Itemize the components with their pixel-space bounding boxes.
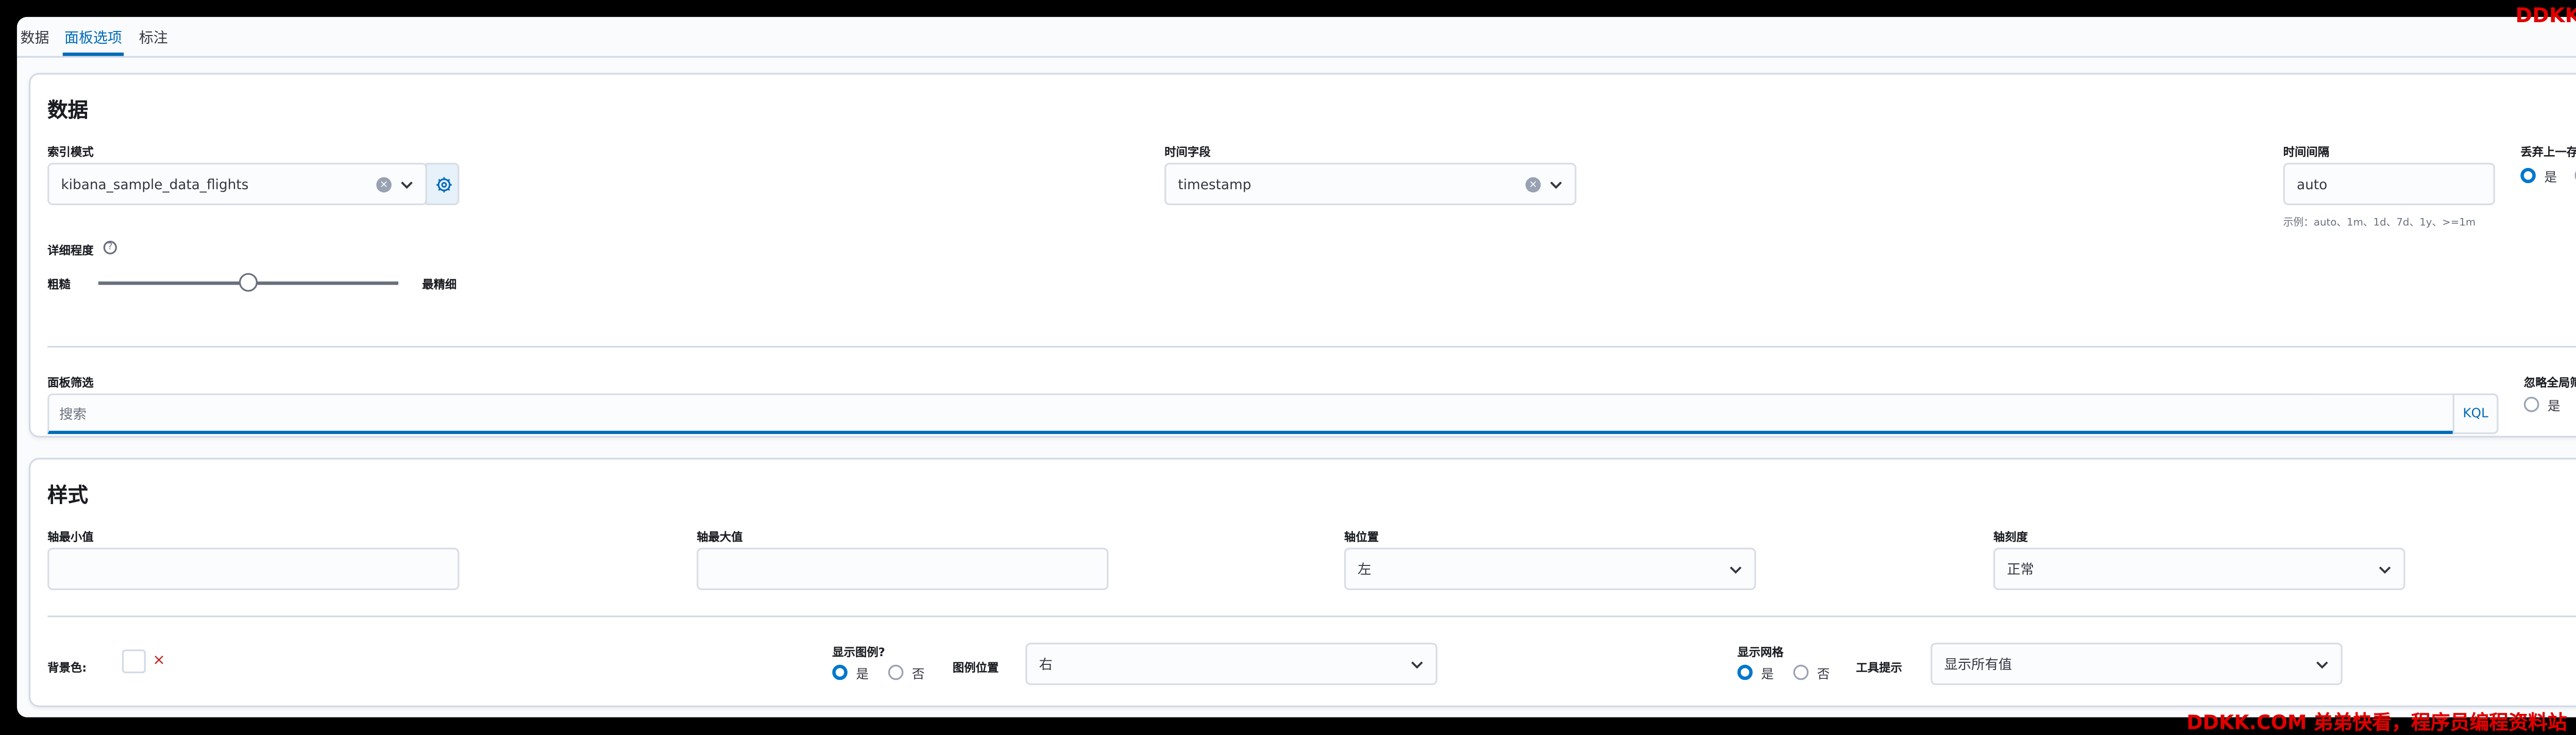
clear-color-icon[interactable]: × (152, 653, 165, 670)
watermark-top: DDKK.COM (2515, 3, 2576, 27)
detail-level-label: 详细程度 (47, 244, 94, 258)
interval-value: auto (2296, 176, 2328, 192)
style-section-title: 样式 (47, 483, 89, 507)
axis-scale-label: 轴刻度 (1993, 530, 2028, 545)
index-pattern-label: 索引模式 (47, 145, 94, 160)
watermark-bottom: DDKK.COM 弟弟快看，程序员编程资料站 (2187, 710, 2567, 734)
interval-help-text: 示例：auto、1m、1d、7d、1y、>=1m (2283, 217, 2476, 229)
axis-scale-select[interactable]: 正常 (1993, 547, 2405, 590)
data-section-title: 数据 (47, 98, 89, 122)
app-frame: 数据 面板选项 标注 数据 索引模式 kibana_sample_data_fl… (16, 16, 2576, 717)
show-legend-yes-radio[interactable] (832, 664, 848, 680)
tooltip-select[interactable]: 显示所有值 (1930, 642, 2343, 686)
tab-panel-options[interactable]: 面板选项 (64, 27, 122, 47)
ignore-global-filter-label: 忽略全局筛选? (2523, 376, 2576, 390)
tab-bar: 数据 面板选项 标注 (16, 16, 2576, 58)
tab-annotations[interactable]: 标注 (139, 27, 168, 47)
ignore-global-yes-label: 是 (2547, 398, 2561, 414)
interval-input[interactable]: auto (2283, 162, 2495, 206)
legend-position-select[interactable]: 右 (1025, 642, 1437, 686)
gear-icon (436, 177, 452, 193)
active-tab-indicator (62, 52, 124, 56)
show-legend-no-label: 否 (912, 666, 925, 682)
detail-min-label: 粗糙 (47, 278, 71, 292)
detail-slider-thumb[interactable] (239, 273, 258, 292)
kql-toggle-button[interactable]: KQL (2452, 393, 2499, 435)
ignore-global-yes-radio[interactable] (2523, 396, 2539, 412)
show-grid-yes-radio[interactable] (1737, 664, 1753, 680)
index-pattern-settings-button[interactable] (425, 162, 460, 206)
axis-max-label: 轴最大值 (697, 530, 743, 545)
legend-position-value: 右 (1039, 656, 1053, 672)
detail-max-label: 最精细 (422, 278, 457, 292)
data-panel: 数据 索引模式 kibana_sample_data_flights × 时间字… (28, 73, 2576, 438)
clear-icon[interactable]: × (1526, 176, 1541, 192)
axis-scale-value: 正常 (2007, 561, 2034, 577)
background-color-swatch[interactable] (122, 649, 146, 674)
time-field-select[interactable]: timestamp × (1164, 162, 1577, 206)
drop-last-bucket-label: 丢弃上一存储桶? (2520, 145, 2576, 160)
axis-position-select[interactable]: 左 (1344, 547, 1756, 590)
panel-filter-placeholder: 搜索 (59, 407, 87, 423)
chevron-down-icon[interactable] (1548, 176, 1565, 193)
show-legend-yes-label: 是 (856, 666, 869, 682)
tooltip-value: 显示所有值 (1944, 656, 2012, 672)
axis-min-input[interactable] (47, 547, 460, 590)
show-grid-yes-label: 是 (1761, 666, 1774, 682)
panel-filter-label: 面板筛选 (47, 376, 94, 390)
legend-position-label: 图例位置 (952, 661, 999, 675)
divider (47, 615, 2576, 617)
interval-label: 时间间隔 (2283, 145, 2330, 160)
tooltip-label: 工具提示 (1856, 661, 1902, 675)
drop-last-bucket-yes-radio[interactable] (2520, 168, 2536, 183)
time-field-value: timestamp (1178, 176, 1251, 192)
show-grid-no-label: 否 (1817, 666, 1830, 682)
axis-position-value: 左 (1358, 561, 1371, 577)
help-icon[interactable]: ? (103, 241, 117, 255)
chevron-down-icon[interactable] (398, 176, 415, 193)
show-grid-label: 显示网格 (1737, 646, 1784, 660)
index-pattern-value: kibana_sample_data_flights (61, 176, 249, 192)
panel-filter-input[interactable]: 搜索 (47, 393, 2454, 435)
chevron-down-icon (1411, 660, 1423, 668)
time-field-label: 时间字段 (1164, 145, 1211, 160)
show-legend-label: 显示图例? (832, 646, 885, 660)
axis-max-input[interactable] (697, 547, 1109, 590)
axis-position-label: 轴位置 (1344, 530, 1379, 545)
divider (47, 346, 2576, 348)
style-panel: 样式 轴最小值 轴最大值 轴位置 左 轴刻度 正常 背景色: × 显示图例? 是… (28, 458, 2576, 707)
clear-icon[interactable]: × (376, 176, 392, 192)
show-grid-no-radio[interactable] (1793, 664, 1809, 680)
show-legend-no-radio[interactable] (888, 664, 904, 680)
chevron-down-icon (2316, 660, 2328, 668)
index-pattern-select[interactable]: kibana_sample_data_flights × (47, 162, 428, 206)
chevron-down-icon (2379, 565, 2391, 573)
background-color-label: 背景色: (47, 661, 87, 675)
tab-data[interactable]: 数据 (20, 27, 49, 47)
drop-last-bucket-yes-label: 是 (2544, 170, 2557, 185)
chevron-down-icon (1730, 565, 1742, 573)
axis-min-label: 轴最小值 (47, 530, 94, 545)
